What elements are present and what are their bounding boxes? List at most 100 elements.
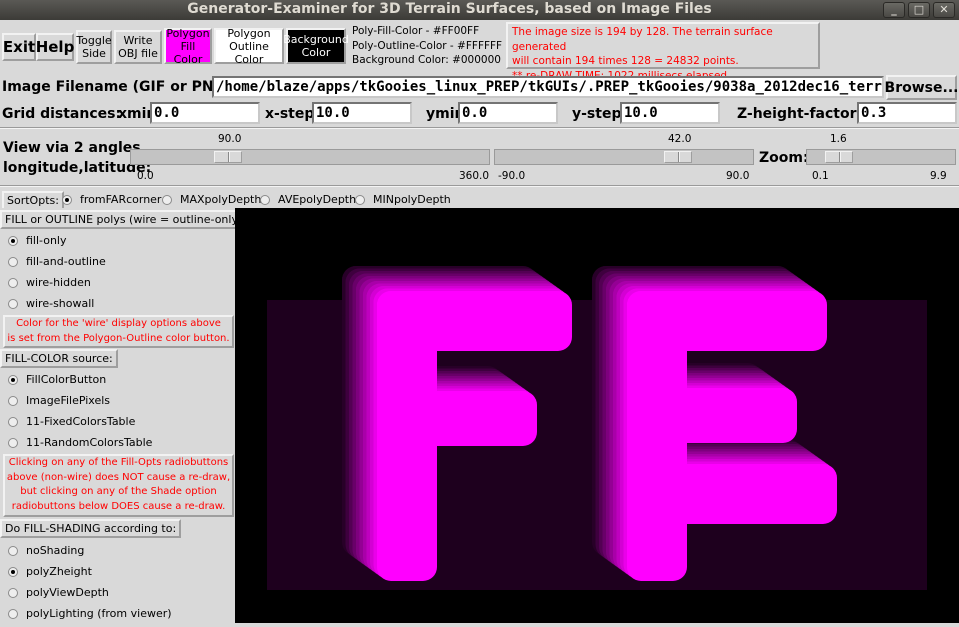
fill-color-label-1: Polygon: [166, 26, 210, 40]
radio-label: fill-and-outline: [26, 255, 106, 268]
polygon-fill-color-button[interactable]: Polygon Fill Color: [164, 26, 212, 66]
terrain-render: [267, 266, 927, 590]
fill-color-info: Poly-Fill-Color - #FF00FF: [352, 25, 480, 37]
radio-label: 11-RandomColorsTable: [26, 436, 153, 449]
latitude-min: -90.0: [498, 170, 526, 182]
status-message: The image size is 194 by 128. The terrai…: [506, 22, 820, 82]
longitude-slider[interactable]: [130, 149, 490, 165]
fillmode-radio-fill-and-outline[interactable]: fill-and-outline: [8, 255, 106, 268]
note-line: above (non-wire) does NOT cause a re-dra…: [6, 471, 231, 483]
background-color-button[interactable]: Background Color: [283, 28, 349, 64]
toggle-side-button[interactable]: Toggle Side: [76, 30, 112, 64]
wire-color-note: Color for the 'wire' display options abo…: [3, 315, 234, 348]
relief-layer: [377, 291, 572, 351]
sortopt-radio-minpolydepth[interactable]: MINpolyDepth: [355, 193, 451, 206]
shading-radio-polyviewdepth[interactable]: polyViewDepth: [8, 586, 109, 599]
radio-indicator: [62, 194, 72, 205]
window-title: Generator-Examiner for 3D Terrain Surfac…: [187, 1, 712, 17]
ystep-label: y-step: [572, 106, 622, 122]
zoom-min: 0.1: [812, 170, 829, 182]
relief-layer: [627, 388, 797, 443]
radio-indicator: [8, 277, 18, 288]
longitude-value: 90.0: [218, 133, 242, 145]
fillsource-radio-imagefilepixels[interactable]: ImageFilePixels: [8, 394, 110, 407]
zoom-slider[interactable]: [806, 149, 956, 165]
latitude-slider-thumb[interactable]: [664, 151, 692, 163]
maximize-button[interactable]: □: [908, 2, 930, 18]
fillmode-radio-wire-showall[interactable]: wire-showall: [8, 297, 94, 310]
note-line: is set from the Polygon-Outline color bu…: [7, 332, 230, 344]
toggle-side-label-1: Toggle: [76, 34, 112, 47]
radio-indicator: [8, 256, 18, 267]
shading-radio-noshading[interactable]: noShading: [8, 544, 84, 557]
outline-color-info: Poly-Outline-Color - #FFFFFF: [352, 39, 503, 52]
fill-outline-header-button[interactable]: FILL or OUTLINE polys (wire = outline-on…: [0, 210, 251, 229]
sortopt-radio-fromfarcorner[interactable]: fromFARcorner: [62, 193, 161, 206]
polygon-outline-color-button[interactable]: Polygon Outline Color: [214, 26, 284, 66]
ymin-input[interactable]: 0.0: [458, 102, 558, 124]
minimize-button[interactable]: _: [883, 2, 905, 18]
zoom-label: Zoom:: [759, 150, 809, 166]
fill-shading-header-button[interactable]: Do FILL-SHADING according to:: [0, 519, 182, 538]
fillsource-radio-fillcolorbutton[interactable]: FillColorButton: [8, 373, 106, 386]
radio-label: wire-hidden: [26, 276, 91, 289]
longitude-max: 360.0: [459, 170, 490, 182]
grid-distances-label: Grid distances:: [2, 106, 122, 122]
ystep-input[interactable]: 10.0: [620, 102, 720, 124]
radio-label: FillColorButton: [26, 373, 107, 386]
note-line: radiobuttons below DOES cause a re-draw.: [11, 500, 226, 512]
fill-color-source-button[interactable]: FILL-COLOR source:: [0, 349, 118, 368]
filename-input[interactable]: /home/blaze/apps/tkGooies_linux_PREP/tkG…: [212, 76, 884, 98]
xstep-input[interactable]: 10.0: [312, 102, 412, 124]
fillmode-radio-fill-only[interactable]: fill-only: [8, 234, 66, 247]
separator: [0, 185, 959, 187]
longitude-slider-thumb[interactable]: [214, 151, 242, 163]
radio-indicator: [8, 395, 18, 406]
status-line-2: will contain 194 times 128 = 24832 point…: [512, 55, 739, 67]
fillmode-radio-wire-hidden[interactable]: wire-hidden: [8, 276, 91, 289]
xmin-input[interactable]: 0.0: [150, 102, 260, 124]
radio-indicator: [8, 566, 18, 577]
radio-label: MINpolyDepth: [373, 193, 451, 206]
radio-indicator: [8, 374, 18, 385]
redraw-note: Clicking on any of the Fill-Opts radiobu…: [3, 454, 234, 517]
help-button[interactable]: Help: [36, 33, 74, 61]
outline-color-label-1: Polygon: [227, 26, 271, 40]
z-height-factor-input[interactable]: 0.3: [857, 102, 957, 124]
write-obj-button[interactable]: Write OBJ file: [114, 30, 162, 64]
status-line-1: The image size is 194 by 128. The terrai…: [512, 26, 773, 53]
radio-indicator: [8, 545, 18, 556]
relief-layer: [627, 464, 837, 524]
radio-label: AVEpolyDepth: [278, 193, 357, 206]
latitude-max: 90.0: [726, 170, 750, 182]
radio-indicator: [8, 416, 18, 427]
window-titlebar: Generator-Examiner for 3D Terrain Surfac…: [0, 0, 959, 20]
write-obj-label-2: OBJ file: [118, 47, 158, 60]
radio-indicator: [260, 194, 270, 205]
bg-color-label-2: Color: [301, 46, 331, 59]
outline-color-label-2: Outline Color: [229, 39, 269, 66]
radio-indicator: [162, 194, 172, 205]
toggle-side-label-2: Side: [82, 47, 106, 60]
note-line: Color for the 'wire' display options abo…: [16, 318, 221, 329]
shading-radio-polylighting[interactable]: polyLighting (from viewer): [8, 607, 172, 620]
latitude-slider[interactable]: [494, 149, 754, 165]
shading-radio-polyzheight[interactable]: polyZheight: [8, 565, 92, 578]
zoom-slider-thumb[interactable]: [825, 151, 853, 163]
browse-button[interactable]: Browse...: [885, 75, 958, 100]
radio-label: polyLighting (from viewer): [26, 607, 172, 620]
sortopt-radio-avepolydepth[interactable]: AVEpolyDepth: [260, 193, 356, 206]
radio-label: fromFARcorner: [80, 193, 162, 206]
fillsource-radio-fixedcolorstable[interactable]: 11-FixedColorsTable: [8, 415, 135, 428]
close-button[interactable]: ✕: [933, 2, 955, 18]
fillsource-radio-randomcolorstable[interactable]: 11-RandomColorsTable: [8, 436, 152, 449]
exit-button[interactable]: Exit: [2, 33, 36, 61]
terrain-canvas[interactable]: [235, 208, 959, 623]
radio-indicator: [8, 298, 18, 309]
view-label-1: View via 2 angles: [3, 140, 141, 156]
relief-layer: [627, 291, 827, 351]
note-line: Clicking on any of the Fill-Opts radiobu…: [8, 457, 229, 468]
sortopt-radio-maxpolydepth[interactable]: MAXpolyDepth: [162, 193, 261, 206]
radio-label: polyViewDepth: [26, 586, 109, 599]
zoom-value: 1.6: [830, 133, 847, 145]
